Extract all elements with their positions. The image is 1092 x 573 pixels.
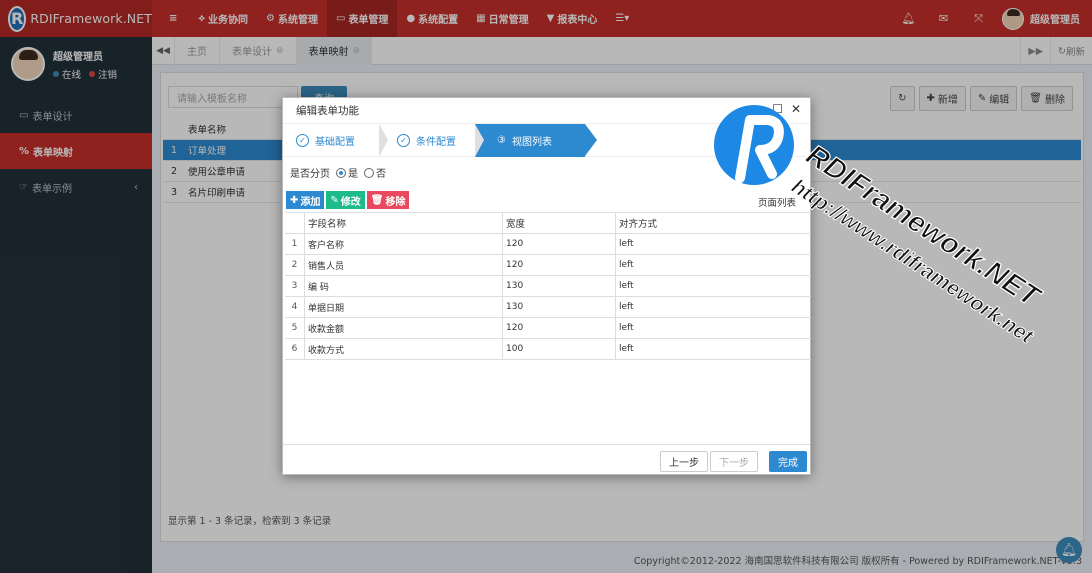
edit-icon: ✎ <box>330 194 339 206</box>
header-width: 宽度 <box>503 212 616 234</box>
edit-column-button[interactable]: ✎ 修改 <box>326 191 365 209</box>
field-width: 130 <box>503 275 616 297</box>
field-align: left <box>619 239 634 249</box>
table-row[interactable]: 6 收款方式 100 left <box>285 338 811 360</box>
field-width: 120 <box>503 317 616 339</box>
paging-option: 是否分页 是 否 <box>290 165 386 180</box>
paging-label: 是否分页 <box>290 169 330 180</box>
header-align: 对齐方式 <box>619 219 658 230</box>
remove-column-button[interactable]: 🗑︎ 移除 <box>366 191 410 209</box>
next-step-button[interactable]: 下一步 <box>710 451 758 472</box>
step-label: 视图列表 <box>511 137 552 148</box>
trash-icon: 🗑︎ <box>370 194 384 206</box>
field-align: left <box>619 344 634 354</box>
step-basic-config[interactable]: ✓ 基础配置 <box>283 124 388 157</box>
row-number: 2 <box>285 254 305 276</box>
finish-button[interactable]: 完成 <box>769 451 807 472</box>
plus-icon: ✚ <box>290 194 299 206</box>
add-column-button[interactable]: ✚ 添加 <box>286 191 325 209</box>
field-width: 130 <box>503 296 616 318</box>
column-grid: 字段名称 宽度 对齐方式 1 客户名称 120 left 2 销售人员 120 left 3… <box>285 212 811 360</box>
field-name: 客户名称 <box>305 233 503 255</box>
field-width: 120 <box>503 233 616 255</box>
header-field-name: 字段名称 <box>305 212 503 234</box>
field-width: 120 <box>503 254 616 276</box>
field-align: left <box>619 323 634 333</box>
field-align: left <box>619 281 634 291</box>
dialog-header: 编辑表单功能 ☐ ✕ <box>283 98 810 124</box>
paging-yes-radio[interactable] <box>336 167 346 178</box>
field-name: 收款金额 <box>305 317 503 339</box>
row-number: 1 <box>285 233 305 255</box>
grid-toolbar: ✚ 添加 ✎ 修改 🗑︎ 移除 <box>286 191 411 209</box>
check-circle-icon: ✓ <box>296 134 309 147</box>
field-align: left <box>619 260 634 270</box>
step-number: ③ <box>497 135 506 146</box>
row-number: 4 <box>285 296 305 318</box>
table-row[interactable]: 3编 码 130 left <box>285 275 811 297</box>
edit-label: 修改 <box>340 196 361 208</box>
field-name: 编 码 <box>305 275 503 297</box>
row-number: 3 <box>285 275 305 297</box>
check-circle-icon: ✓ <box>397 134 410 147</box>
maximize-icon[interactable]: ☐ <box>772 102 783 116</box>
table-row[interactable]: 1 客户名称 120 left <box>285 233 811 255</box>
field-width: 100 <box>503 338 616 360</box>
close-icon[interactable]: ✕ <box>791 102 801 116</box>
paging-no-radio[interactable] <box>364 167 374 178</box>
table-row[interactable]: 5 收款金额 120 left <box>285 317 811 339</box>
step-label: 基础配置 <box>315 137 355 148</box>
remove-label: 移除 <box>385 196 406 208</box>
edit-form-dialog: 编辑表单功能 ☐ ✕ ✓ 基础配置 ✓ 条件配置 ③ 视图列表 是否分页 是 否… <box>282 97 812 475</box>
field-name: 销售人员 <box>305 254 503 276</box>
field-name: 单据日期 <box>305 296 503 318</box>
row-number: 5 <box>285 317 305 339</box>
field-name: 收款方式 <box>305 338 503 360</box>
grid-header: 字段名称 宽度 对齐方式 <box>285 212 811 234</box>
step-condition-config[interactable]: ✓ 条件配置 <box>379 124 484 157</box>
prev-step-button[interactable]: 上一步 <box>660 451 708 472</box>
wizard-steps: ✓ 基础配置 ✓ 条件配置 ③ 视图列表 <box>283 124 812 157</box>
dialog-title: 编辑表单功能 <box>296 105 359 117</box>
add-label: 添加 <box>300 196 321 208</box>
page-list-label: 页面列表 <box>757 198 796 209</box>
step-label: 条件配置 <box>416 137 456 148</box>
table-row[interactable]: 4 单据日期 130 left <box>285 296 811 318</box>
field-align: left <box>619 302 634 312</box>
dialog-footer: 上一步 下一步 完成 <box>283 444 810 474</box>
paging-no-label: 否 <box>376 169 386 180</box>
row-number: 6 <box>285 338 305 360</box>
paging-yes-label: 是 <box>348 169 358 180</box>
step-view-list[interactable]: ③ 视图列表 <box>475 124 597 157</box>
table-row[interactable]: 2 销售人员 120 left <box>285 254 811 276</box>
